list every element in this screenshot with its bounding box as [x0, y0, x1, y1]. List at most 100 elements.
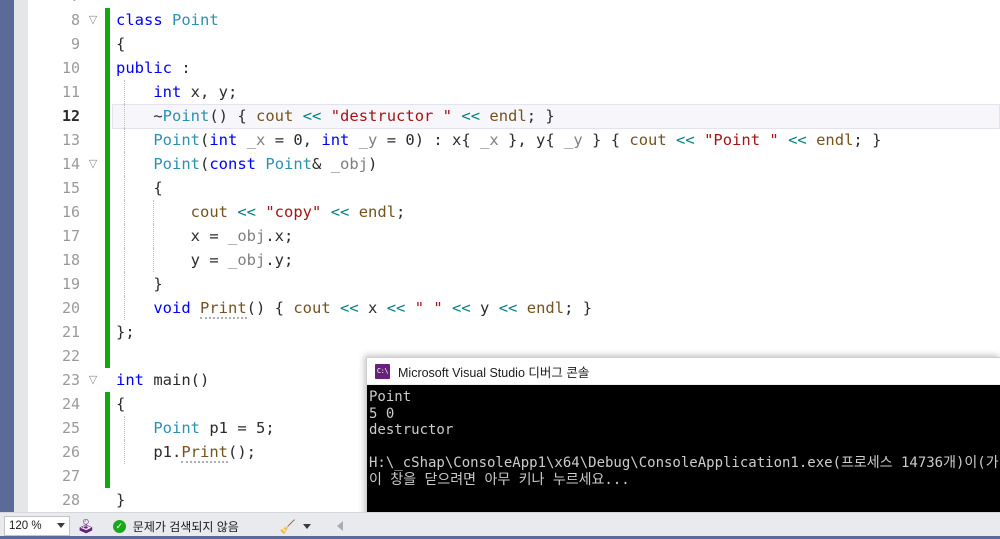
- code-text: int main(): [116, 368, 209, 392]
- change-bar: [105, 488, 110, 512]
- error-status-item[interactable]: ✓ 문제가 검색되지 않음: [95, 513, 239, 539]
- change-bar: [105, 104, 110, 128]
- change-bar: [105, 296, 110, 320]
- change-bar: [105, 32, 110, 56]
- console-output-line: [369, 439, 1000, 456]
- microphone-icon[interactable]: 🕹: [77, 519, 95, 533]
- line-number: 26: [28, 440, 80, 464]
- check-circle-icon: ✓: [113, 520, 126, 533]
- console-window-icon: C:\: [375, 364, 390, 379]
- console-output-line: destructor: [369, 422, 1000, 439]
- change-bar: [105, 464, 110, 488]
- line-number: 9: [28, 32, 80, 56]
- line-number: 11: [28, 80, 80, 104]
- line-number: 19: [28, 272, 80, 296]
- code-text: {: [116, 176, 163, 200]
- console-title-text: Microsoft Visual Studio 디버그 콘솔: [398, 362, 589, 381]
- fold-chevron-icon[interactable]: ▽: [86, 368, 100, 392]
- fold-chevron-icon[interactable]: ▽: [86, 152, 100, 176]
- code-line[interactable]: 8▽ class Point: [28, 8, 1000, 32]
- line-number: 10: [28, 56, 80, 80]
- line-number: 8: [28, 8, 80, 32]
- code-line[interactable]: 14▽ Point(const Point& _obj): [28, 152, 1000, 176]
- code-cleanup-item[interactable]: 🧹: [262, 513, 311, 539]
- change-bar: [105, 176, 110, 200]
- zoom-level-combobox[interactable]: 120 %: [4, 516, 70, 536]
- code-line[interactable]: 19 }: [28, 272, 1000, 296]
- line-number: 25: [28, 416, 80, 440]
- code-line[interactable]: 16 cout << "copy" << endl;: [28, 200, 1000, 224]
- line-number: 16: [28, 200, 80, 224]
- code-text: p1.Print();: [116, 440, 256, 464]
- code-text: Point(int _x = 0, int _y = 0) : x{ _x },…: [116, 128, 881, 152]
- line-number: 27: [28, 464, 80, 488]
- change-bar: [105, 344, 110, 368]
- code-text: }: [116, 488, 125, 512]
- microphone-status-item[interactable]: 🕹: [70, 513, 95, 539]
- console-output: Point5 0destructor H:\_cShap\ConsoleApp1…: [367, 385, 1000, 488]
- line-number: 20: [28, 296, 80, 320]
- change-bar: [105, 368, 110, 392]
- code-text: class Point: [116, 8, 219, 32]
- code-text: {: [116, 392, 125, 416]
- line-number: 21: [28, 320, 80, 344]
- code-text: }: [116, 272, 163, 296]
- change-bar: [105, 0, 110, 8]
- left-arrow-icon[interactable]: [337, 521, 343, 531]
- line-number: 17: [28, 224, 80, 248]
- status-bar: 120 % 🕹 ✓ 문제가 검색되지 않음 🧹: [0, 512, 1000, 539]
- change-bar: [105, 152, 110, 176]
- line-number: 7: [28, 0, 80, 8]
- change-bar: [105, 8, 110, 32]
- code-line[interactable]: 12 ~Point() { cout << "destructor " << e…: [28, 104, 1000, 128]
- indicator-margin: [0, 0, 14, 512]
- console-output-line: Point: [369, 389, 1000, 406]
- code-line[interactable]: 11 int x, y;: [28, 80, 1000, 104]
- code-line[interactable]: 21};: [28, 320, 1000, 344]
- code-line[interactable]: 7: [28, 0, 1000, 8]
- change-bar: [105, 128, 110, 152]
- code-line[interactable]: 9{: [28, 32, 1000, 56]
- change-bar: [105, 56, 110, 80]
- code-line[interactable]: 20 void Print() { cout << x << " " << y …: [28, 296, 1000, 320]
- change-bar: [105, 80, 110, 104]
- line-number: 28: [28, 488, 80, 512]
- fold-chevron-icon[interactable]: ▽: [86, 8, 100, 32]
- line-number: 22: [28, 344, 80, 368]
- code-text: x = _obj.x;: [116, 224, 293, 248]
- broom-icon[interactable]: 🧹: [280, 520, 296, 533]
- code-text: public :: [116, 56, 191, 80]
- line-number: 15: [28, 176, 80, 200]
- code-text: Point(const Point& _obj): [116, 152, 377, 176]
- breakpoint-glyph-margin[interactable]: [14, 0, 28, 512]
- console-output-line: H:\_cShap\ConsoleApp1\x64\Debug\ConsoleA…: [369, 455, 1000, 472]
- code-text: cout << "copy" << endl;: [116, 200, 405, 224]
- chevron-down-icon[interactable]: [303, 524, 311, 529]
- code-text: Point p1 = 5;: [116, 416, 275, 440]
- error-status-text: 문제가 검색되지 않음: [133, 518, 239, 535]
- change-bar: [105, 440, 110, 464]
- line-number: 12: [28, 104, 80, 128]
- code-line[interactable]: 17 x = _obj.x;: [28, 224, 1000, 248]
- line-number: 13: [28, 128, 80, 152]
- zoom-level-value: 120 %: [9, 520, 42, 532]
- code-line[interactable]: 15 {: [28, 176, 1000, 200]
- code-text: {: [116, 32, 125, 56]
- code-line[interactable]: 13 Point(int _x = 0, int _y = 0) : x{ _x…: [28, 128, 1000, 152]
- line-number: 24: [28, 392, 80, 416]
- change-bar: [105, 248, 110, 272]
- code-line[interactable]: 18 y = _obj.y;: [28, 248, 1000, 272]
- code-text: y = _obj.y;: [116, 248, 293, 272]
- console-title-bar[interactable]: C:\ Microsoft Visual Studio 디버그 콘솔: [367, 358, 1000, 385]
- code-text: void Print() { cout << x << " " << y << …: [116, 296, 592, 320]
- chevron-down-icon[interactable]: [57, 523, 65, 528]
- code-text: ~Point() { cout << "destructor " << endl…: [116, 104, 555, 128]
- change-bar: [105, 200, 110, 224]
- console-output-line: 이 창을 닫으려면 아무 키나 누르세요...: [369, 472, 1000, 489]
- code-text: int x, y;: [116, 80, 237, 104]
- collapse-panel-item[interactable]: [311, 513, 343, 539]
- line-number: 23: [28, 368, 80, 392]
- code-line[interactable]: 10 public :: [28, 56, 1000, 80]
- console-output-line: 5 0: [369, 406, 1000, 423]
- change-bar: [105, 272, 110, 296]
